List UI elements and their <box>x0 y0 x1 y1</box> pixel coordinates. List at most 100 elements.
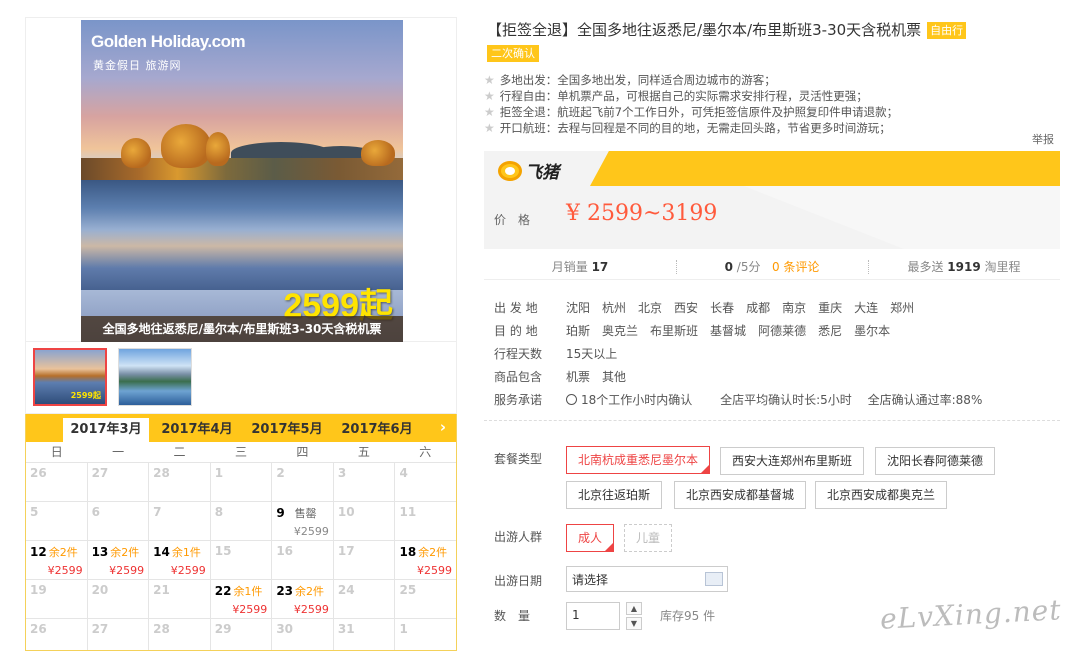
chevron-down-icon[interactable]: ▼ <box>626 617 642 630</box>
thumbnail-strip: 2599起 <box>25 342 457 414</box>
stock-text: 库存95 件 <box>660 609 716 623</box>
image-tree <box>161 124 211 168</box>
free-travel-badge: 自由行 <box>927 22 967 39</box>
calendar-day: 8 <box>210 502 273 541</box>
fliggy-logo: 飞猪 <box>498 158 559 183</box>
calendar-day[interactable]: 12 余2件 ¥2599 <box>26 541 88 580</box>
product-title-text: 【拒签全退】全国多地往返悉尼/墨尔本/布里斯班3-30天含税机票 <box>487 21 922 39</box>
departure-city: 长春 <box>710 301 735 315</box>
calendar-day[interactable]: 14 余1件 ¥2599 <box>149 541 211 580</box>
calendar-week-row: 26 27 28 1 2 3 4 <box>26 463 456 502</box>
price-value: ¥ 2599~3199 <box>566 201 718 226</box>
departure-city: 北京 <box>638 301 663 315</box>
price-label: 价格 <box>494 213 543 227</box>
day-number: 29 <box>214 622 232 636</box>
calendar-day[interactable]: 22 余1件 ¥2599 <box>210 580 273 619</box>
feature-item: ★ 行程自由：单机票产品，可根据自己的实际需求安排行程，灵活性更强； <box>484 88 1054 104</box>
info-row-includes: 商品包含 机票 其他 <box>494 366 994 389</box>
image-lake <box>81 180 403 290</box>
day-number: 5 <box>30 505 39 519</box>
check-circle-icon <box>566 394 577 405</box>
day-number: 10 <box>337 505 355 519</box>
calendar-day: 31 <box>334 619 396 650</box>
day-number: 23 <box>276 584 294 598</box>
tab-month-4[interactable]: 2017年6月 <box>334 418 420 442</box>
calendar-day: 4 <box>395 463 456 502</box>
promise-text: 18个工作小时内确认 <box>581 393 693 407</box>
day-number: 20 <box>91 583 109 597</box>
calendar-day[interactable]: 23 余2件 ¥2599 <box>272 580 334 619</box>
day-number: 31 <box>337 622 355 636</box>
star-icon: ★ <box>484 89 495 103</box>
includes-list: 机票 其他 <box>566 366 638 389</box>
day-price: ¥2599 <box>293 525 329 538</box>
group-adult[interactable]: 成人 <box>566 524 615 552</box>
weekday: 三 <box>234 445 247 459</box>
day-number: 12 <box>30 545 47 559</box>
departure-city: 杭州 <box>602 301 627 315</box>
remaining-count: 余2件 <box>418 546 448 559</box>
feature-item: ★ 拒签全退：航班起飞前7个工作日外，可凭拒签信原件及护照复印件申请退款； <box>484 104 1054 120</box>
monthly-sales-label: 月销量 <box>551 260 588 274</box>
sold-out-label: 售罄 <box>294 507 317 520</box>
day-price: ¥2599 <box>109 564 145 577</box>
calendar-day: 10 <box>333 502 396 541</box>
package-option-4[interactable]: 北京往返珀斯 <box>566 481 663 509</box>
day-number: 8 <box>214 505 224 519</box>
calendar-day: 26 <box>26 619 88 650</box>
travel-date-input[interactable]: 请选择 <box>566 566 728 592</box>
weekday: 四 <box>296 445 309 459</box>
calendar-day: 24 <box>333 580 396 619</box>
include-item: 其他 <box>602 370 627 384</box>
package-option-2[interactable]: 西安大连郑州布里斯班 <box>720 447 865 475</box>
main-product-image[interactable]: Golden Holiday.com 黄金假日 旅游网 2599起 全国多地往返… <box>81 20 403 342</box>
promise-item: 全店平均确认时长:5小时 <box>720 393 852 407</box>
package-option-5[interactable]: 北京西安成都基督城 <box>674 481 807 509</box>
calendar-day[interactable]: 13 余2件 ¥2599 <box>87 541 150 580</box>
day-number: 30 <box>276 622 294 636</box>
rating: 0 /5分 0 条评论 <box>676 254 868 279</box>
destination-city: 基督城 <box>710 324 747 338</box>
image-tree <box>361 140 395 166</box>
remaining-count: 余2件 <box>48 546 78 559</box>
calendar-day: 5 <box>26 502 88 541</box>
package-option-3[interactable]: 沈阳长春阿德莱德 <box>875 447 996 475</box>
quantity-input[interactable]: 1 <box>566 602 620 630</box>
sales-stats: 月销量 17 0 /5分 0 条评论 最多送 1919 淘里程 <box>484 254 1060 280</box>
day-number: 28 <box>153 622 170 636</box>
package-option-6[interactable]: 北京西安成都奥克兰 <box>815 481 948 509</box>
package-option-1[interactable]: 北南杭成重悉尼墨尔本 <box>566 446 711 474</box>
feature-item: ★ 多地出发：全国多地出发，同样适合周边城市的游客； <box>484 72 1054 88</box>
thumbnail-2[interactable] <box>118 348 192 406</box>
product-gallery: Golden Holiday.com 黄金假日 旅游网 2599起 全国多地往返… <box>25 17 457 342</box>
calendar-day[interactable]: 9 售罄 ¥2599 <box>272 502 334 541</box>
review-count-link[interactable]: 0 条评论 <box>772 260 819 274</box>
info-row-promise: 服务承诺 18个工作小时内确认 全店平均确认时长:5小时 全店确认通过率:88% <box>494 389 994 412</box>
day-number: 22 <box>214 584 232 598</box>
departure-cities: 沈阳 杭州 北京 西安 长春 成都 南京 重庆 大连 郑州 <box>566 297 926 320</box>
destination-city: 奥克兰 <box>602 324 639 338</box>
group-child[interactable]: 儿童 <box>624 524 673 552</box>
calendar-day[interactable]: 18 余2件 ¥2599 <box>395 541 456 580</box>
day-number: 14 <box>153 545 170 559</box>
tab-month-2[interactable]: 2017年4月 <box>154 418 240 442</box>
remaining-count: 余1件 <box>171 546 201 559</box>
tab-month-3[interactable]: 2017年5月 <box>244 418 330 442</box>
chevron-right-icon[interactable]: › <box>440 418 446 436</box>
calendar-day: 27 <box>87 463 150 502</box>
report-link[interactable]: 举报 <box>1032 131 1054 147</box>
calendar-week-row: 5 6 7 8 9 售罄 ¥2599 10 11 <box>26 502 456 541</box>
weekday: 一 <box>112 445 125 459</box>
calendar-day: 28 <box>149 619 211 650</box>
destination-city: 阿德莱德 <box>758 324 807 338</box>
info-row-days: 行程天数 15天以上 <box>494 343 994 366</box>
thumbnail-1[interactable]: 2599起 <box>33 348 107 406</box>
day-price: ¥2599 <box>293 603 329 616</box>
calendar-day: 21 <box>149 580 211 619</box>
tab-month-1[interactable]: 2017年3月 <box>63 418 149 442</box>
chevron-up-icon[interactable]: ▲ <box>626 602 642 615</box>
destination-city: 悉尼 <box>818 324 843 338</box>
calendar-icon[interactable] <box>705 572 723 586</box>
image-tree <box>121 138 151 168</box>
feature-text: 拒签全退：航班起飞前7个工作日外，可凭拒签信原件及护照复印件申请退款； <box>499 105 899 119</box>
